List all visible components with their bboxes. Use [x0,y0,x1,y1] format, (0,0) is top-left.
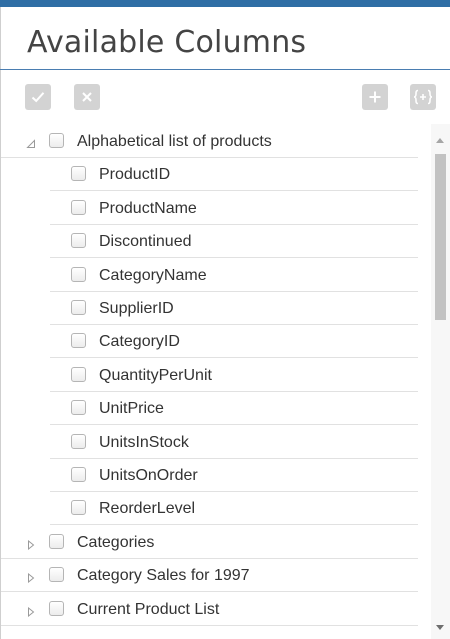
tree-column-row[interactable]: CategoryName [50,258,418,292]
collapsed-triangle-icon[interactable] [26,537,36,550]
tree-column-label: UnitPrice [99,400,164,418]
tree-column-row[interactable]: Discontinued [50,224,418,259]
tree-column-label: SupplierID [99,300,174,317]
add-expression-button[interactable] [410,84,436,110]
available-columns-panel: Available Columns Alphabetical list of p… [0,0,450,639]
tree-group-label: Categories [77,533,155,551]
group-checkbox[interactable] [49,533,64,549]
collapsed-triangle-icon[interactable] [26,570,36,584]
expanded-triangle-icon[interactable] [26,136,36,148]
tree-column-row[interactable]: ProductID [50,157,418,192]
collapsed-triangle-icon[interactable] [26,604,36,617]
tree-column-label: ProductName [99,199,197,217]
column-checkbox[interactable] [71,300,86,315]
tree-column-row[interactable]: UnitPrice [50,391,418,426]
tree-column-label: QuantityPerUnit [99,366,212,384]
tree-column-row[interactable]: QuantityPerUnit [50,358,418,392]
group-checkbox[interactable] [49,567,64,583]
tree-group-row[interactable]: Categories [1,525,418,559]
tree-column-row[interactable]: ProductName [50,191,418,225]
tree-column-label: UnitsInStock [99,433,189,451]
tree-column-row[interactable]: CategoryID [50,324,418,359]
check-icon [25,89,51,105]
panel-title: Available Columns [27,25,307,60]
tree-column-label: Discontinued [99,233,192,251]
column-checkbox[interactable] [71,233,86,249]
column-checkbox[interactable] [71,400,86,416]
column-checkbox[interactable] [71,199,86,215]
tree-group-label: Category Sales for 1997 [77,567,250,585]
column-checkbox[interactable] [71,333,86,349]
tree-column-row[interactable]: SupplierID [50,291,418,325]
column-checkbox[interactable] [71,433,86,449]
scrollbar-thumb[interactable] [435,154,446,320]
tree-column-row[interactable]: ReorderLevel [50,491,418,526]
tree-group-label: Current Product List [77,600,220,618]
tree-column-row[interactable]: UnitsInStock [50,425,418,459]
vertical-scrollbar[interactable] [431,124,450,639]
tree-column-row[interactable]: UnitsOnOrder [50,458,418,492]
scroll-up-arrow-icon[interactable] [436,138,444,143]
column-checkbox[interactable] [71,500,86,516]
column-checkbox[interactable] [71,467,86,482]
column-checkbox[interactable] [71,366,86,382]
column-checkbox[interactable] [71,166,86,182]
tree-column-label: CategoryID [99,333,180,351]
tree-column-label: ReorderLevel [99,500,196,518]
panel-header: Available Columns [0,7,450,70]
group-checkbox[interactable] [49,133,64,148]
column-checkbox[interactable] [71,266,86,282]
close-icon [74,89,100,105]
braces-plus-icon [410,89,436,105]
tree-group-row[interactable]: Current Product List [1,592,418,626]
columns-tree: Alphabetical list of products ProductID Pr… [1,124,429,639]
tree-group-row[interactable]: Alphabetical list of products [1,124,418,158]
tree-column-label: ProductID [99,166,171,184]
tree-column-label: UnitsOnOrder [99,467,198,484]
select-all-button[interactable] [25,84,51,110]
group-checkbox[interactable] [49,600,64,616]
add-button[interactable] [362,84,388,110]
plus-icon [362,89,388,105]
scroll-down-arrow-icon[interactable] [436,625,444,630]
top-accent-bar [0,0,450,7]
clear-button[interactable] [74,84,100,110]
tree-group-row[interactable]: Category Sales for 1997 [1,558,418,593]
tree-group-label: Alphabetical list of products [77,133,272,150]
tree-column-label: CategoryName [99,266,207,284]
